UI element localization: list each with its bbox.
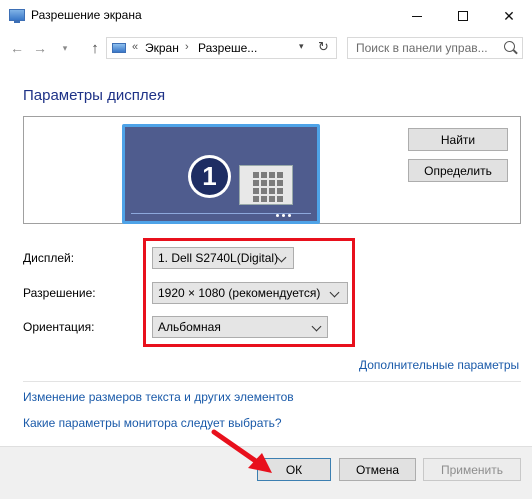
arrow-up-icon: ↑ xyxy=(91,39,99,57)
back-button[interactable]: ← xyxy=(7,38,27,58)
arrow-right-icon: → xyxy=(33,40,47,56)
refresh-icon[interactable]: ↻ xyxy=(318,39,329,55)
search-box[interactable]: Поиск в панели управ... xyxy=(347,37,523,59)
breadcrumb-separator: › xyxy=(185,41,189,53)
cancel-button[interactable]: Отмена xyxy=(339,458,416,481)
close-button[interactable]: ✕ xyxy=(486,0,532,32)
monitor-thumbnail[interactable]: 1 xyxy=(122,124,320,224)
monitor-screen: 1 xyxy=(125,127,317,221)
display-settings-icon xyxy=(9,9,25,23)
minimize-button[interactable] xyxy=(394,0,440,32)
maximize-icon xyxy=(458,11,468,21)
maximize-button[interactable] xyxy=(440,0,486,32)
up-button[interactable]: ↑ xyxy=(85,38,105,58)
highlight-box xyxy=(143,238,355,347)
monitor-number-badge: 1 xyxy=(188,155,231,198)
address-dropdown-icon[interactable]: ▾ xyxy=(299,41,304,52)
minimize-icon xyxy=(412,15,422,17)
navigation-bar: ← → ▾ ↑ « Экран › Разреше... ▾ ↻ Поиск в… xyxy=(0,32,532,66)
search-input[interactable]: Поиск в панели управ... xyxy=(356,41,488,55)
identify-button[interactable]: Определить xyxy=(408,159,508,182)
apply-button: Применить xyxy=(423,458,521,481)
monitor-number: 1 xyxy=(191,158,228,195)
divider xyxy=(23,381,521,382)
orientation-label: Ориентация: xyxy=(23,320,95,334)
find-button[interactable]: Найти xyxy=(408,128,508,151)
advanced-settings-link[interactable]: Дополнительные параметры xyxy=(359,358,519,372)
close-icon: ✕ xyxy=(503,7,515,24)
recent-locations-button[interactable]: ▾ xyxy=(55,38,75,58)
arrow-left-icon: ← xyxy=(10,40,24,56)
more-dots-icon xyxy=(276,214,291,217)
title-bar: Разрешение экрана ✕ xyxy=(0,0,532,32)
control-panel-icon xyxy=(112,43,126,53)
resolution-label: Разрешение: xyxy=(23,286,96,300)
breadcrumb-overflow[interactable]: « xyxy=(132,41,138,53)
page-title: Параметры дисплея xyxy=(23,87,166,104)
breadcrumb-resolution[interactable]: Разреше... xyxy=(198,41,257,55)
chevron-down-icon: ▾ xyxy=(62,42,68,53)
start-grid-icon xyxy=(253,172,283,202)
breadcrumb-screen[interactable]: Экран xyxy=(145,41,179,55)
search-icon xyxy=(504,41,515,52)
address-bar[interactable]: « Экран › Разреше... ▾ ↻ xyxy=(106,37,337,59)
window-title: Разрешение экрана xyxy=(31,8,142,22)
forward-button[interactable]: → xyxy=(30,38,50,58)
display-label: Дисплей: xyxy=(23,251,75,265)
annotation-arrow-icon xyxy=(211,429,272,473)
text-size-link[interactable]: Изменение размеров текста и других элеме… xyxy=(23,390,294,404)
